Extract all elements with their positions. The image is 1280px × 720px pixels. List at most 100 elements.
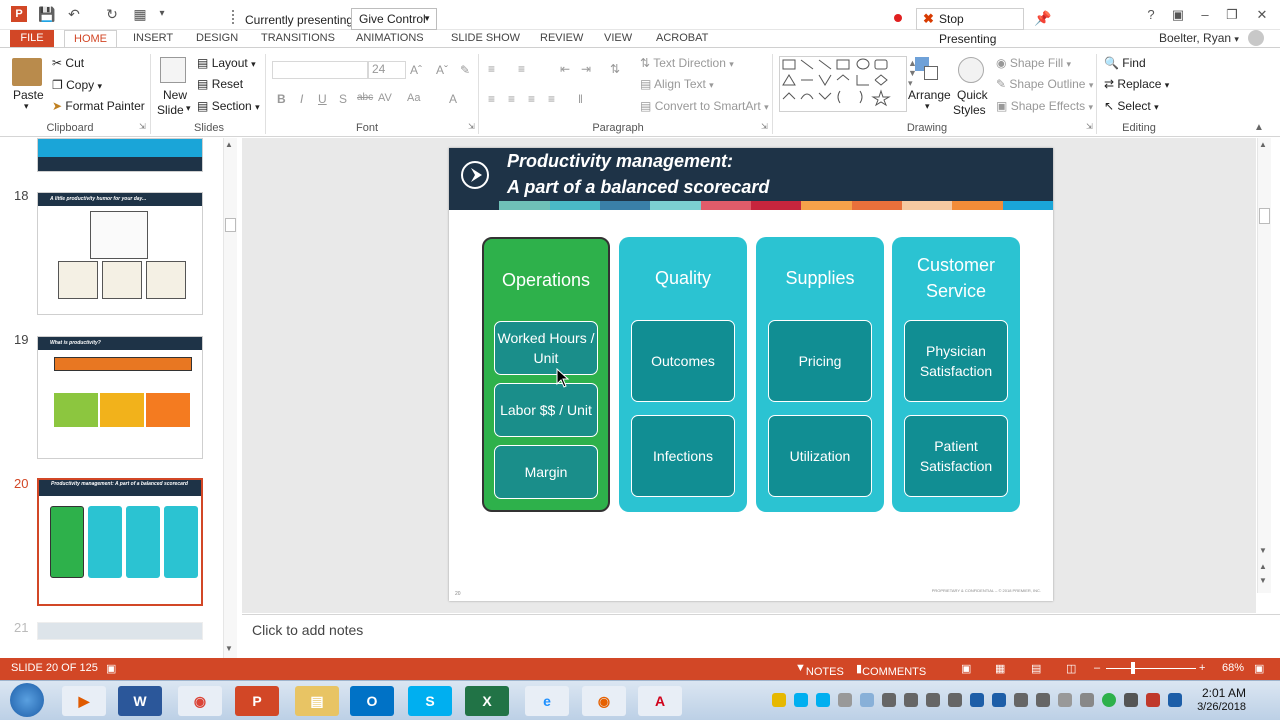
column-customer-service[interactable]: Customer Service Physician Satisfaction … — [892, 237, 1020, 512]
stop-presenting-button[interactable]: ✖ Stop Presenting — [916, 8, 1024, 46]
zoom-in-icon[interactable]: + — [1199, 662, 1205, 674]
new-slide-label-1[interactable]: New — [163, 88, 187, 102]
thumbnail-slide-17[interactable] — [37, 138, 203, 172]
volume-icon[interactable] — [1036, 693, 1050, 707]
align-right-icon[interactable]: ≡ — [528, 92, 535, 106]
tab-design[interactable]: DESIGN — [196, 31, 238, 46]
chevron-down-icon[interactable]: ▾ — [24, 101, 29, 112]
tray-icon[interactable] — [1058, 693, 1072, 707]
font-color-icon[interactable]: A — [449, 92, 457, 106]
align-left-icon[interactable]: ≡ — [488, 92, 495, 106]
scrollbar-thumb[interactable] — [1259, 208, 1270, 224]
clock-time[interactable]: 2:01 AM — [1202, 686, 1246, 700]
zoom-slider-thumb[interactable] — [1131, 662, 1135, 674]
thumbnail-scrollbar[interactable]: ▲ ▼ — [223, 138, 237, 658]
dialog-launcher-icon[interactable]: ⇲ — [761, 122, 768, 131]
slide-sorter-icon[interactable]: ▦ — [995, 662, 1005, 675]
card-labor-per-unit[interactable]: Labor $$ / Unit — [494, 383, 598, 437]
align-text-button[interactable]: ▤ Align Text ▾ — [640, 77, 714, 91]
card-infections[interactable]: Infections — [631, 415, 735, 497]
zoom-out-icon[interactable]: – — [1094, 662, 1100, 674]
arrange-button[interactable]: Arrange — [908, 88, 951, 102]
slide-scrollbar[interactable]: ▲ ▼ ▲ ▼ — [1257, 138, 1271, 593]
drag-handle[interactable] — [232, 10, 234, 24]
internet-explorer-icon[interactable]: e — [525, 686, 569, 716]
layout-button[interactable]: ▤ Layout ▾ — [197, 56, 256, 70]
comments-button[interactable]: ▮ COMMENTS — [856, 662, 926, 678]
tab-insert[interactable]: INSERT — [133, 31, 173, 46]
tray-icon[interactable] — [838, 693, 852, 707]
justify-icon[interactable]: ≡ — [548, 92, 555, 106]
tab-view[interactable]: VIEW — [604, 31, 632, 46]
start-from-beginning-icon[interactable]: ▦ — [132, 6, 148, 22]
column-quality[interactable]: Quality Outcomes Infections — [619, 237, 747, 512]
thumbnail-slide-19[interactable]: What is productivity? — [37, 336, 203, 459]
section-button[interactable]: ▤ Section ▾ — [197, 99, 260, 113]
skype-icon[interactable]: S — [408, 686, 452, 716]
firefox-icon[interactable]: ◉ — [582, 686, 626, 716]
character-spacing-icon[interactable]: AV — [378, 92, 392, 104]
reading-view-icon[interactable]: ▤ — [1031, 662, 1041, 675]
tab-transitions[interactable]: TRANSITIONS — [261, 31, 335, 46]
previous-slide-icon[interactable]: ▲ — [1259, 562, 1267, 571]
thumbnail-slide-20-selected[interactable]: Productivity management: A part of a bal… — [37, 478, 203, 606]
tray-icon[interactable] — [860, 693, 874, 707]
convert-smartart-button[interactable]: ▤ Convert to SmartArt ▾ — [640, 99, 769, 113]
arrange-icon[interactable] — [915, 57, 941, 83]
tray-icon[interactable] — [1146, 693, 1160, 707]
restore-icon[interactable]: ❐ — [1222, 6, 1242, 24]
undo-icon[interactable]: ↶ — [66, 6, 82, 22]
avatar[interactable] — [1248, 30, 1264, 46]
tray-icon[interactable] — [970, 693, 984, 707]
tab-animations[interactable]: ANIMATIONS — [356, 31, 424, 46]
column-supplies[interactable]: Supplies Pricing Utilization — [756, 237, 884, 512]
collapse-ribbon-icon[interactable]: ▲ — [1254, 122, 1264, 133]
shape-effects-button[interactable]: ▣ Shape Effects ▾ — [996, 99, 1093, 113]
spell-check-icon[interactable]: ▣ — [106, 662, 116, 675]
reset-button[interactable]: ▤ Reset — [197, 77, 243, 91]
media-player-icon[interactable]: ▶ — [62, 686, 106, 716]
quick-styles-label-1[interactable]: Quick — [957, 88, 988, 102]
tray-icon[interactable] — [816, 693, 830, 707]
notes-pane[interactable]: Click to add notes — [242, 614, 1280, 658]
tray-icon[interactable] — [948, 693, 962, 707]
shape-outline-button[interactable]: ✎ Shape Outline ▾ — [996, 77, 1093, 91]
line-spacing-icon[interactable]: ⇅ — [610, 62, 620, 76]
chrome-icon[interactable]: ◉ — [178, 686, 222, 716]
next-slide-icon[interactable]: ▼ — [1259, 576, 1267, 585]
outlook-icon[interactable]: O — [350, 686, 394, 716]
change-case-icon[interactable]: Aa — [407, 92, 420, 104]
slide-show-icon[interactable]: ◫ — [1066, 662, 1076, 675]
zoom-level[interactable]: 68% — [1222, 662, 1244, 674]
shadow-icon[interactable]: S — [339, 92, 347, 106]
tray-icon[interactable] — [926, 693, 940, 707]
align-center-icon[interactable]: ≡ — [508, 92, 515, 106]
network-icon[interactable] — [1124, 693, 1138, 707]
dialog-launcher-icon[interactable]: ⇲ — [468, 122, 475, 131]
tab-slide-show[interactable]: SLIDE SHOW — [451, 31, 520, 46]
card-worked-hours[interactable]: Worked Hours / Unit — [494, 321, 598, 375]
tray-icon[interactable] — [992, 693, 1006, 707]
italic-icon[interactable]: I — [300, 92, 303, 106]
numbering-icon[interactable]: ≡ — [518, 62, 525, 76]
notes-button[interactable]: ▼ NOTES — [795, 662, 844, 678]
excel-icon[interactable]: X — [465, 686, 509, 716]
decrease-indent-icon[interactable]: ⇤ — [560, 62, 570, 76]
scroll-up-icon[interactable]: ▲ — [225, 140, 233, 149]
paste-button[interactable]: Paste — [13, 88, 44, 102]
minimize-icon[interactable]: – — [1195, 6, 1215, 24]
dialog-launcher-icon[interactable]: ⇲ — [139, 122, 146, 131]
fit-slide-icon[interactable]: ▣ — [1254, 662, 1264, 675]
format-painter-button[interactable]: ➤ Format Painter — [52, 99, 145, 113]
clock-date[interactable]: 3/26/2018 — [1197, 701, 1246, 713]
save-icon[interactable]: 💾 — [38, 6, 55, 22]
user-account[interactable]: Boelter, Ryan ▾ — [1159, 31, 1239, 45]
powerpoint-icon[interactable]: P — [235, 686, 279, 716]
font-size-input[interactable]: 24 — [368, 61, 406, 79]
close-window-icon[interactable]: ✕ — [1252, 6, 1272, 24]
select-button[interactable]: ↖ Select ▾ — [1104, 99, 1159, 113]
columns-icon[interactable]: ‖ — [578, 92, 583, 106]
card-utilization[interactable]: Utilization — [768, 415, 872, 497]
tray-icon[interactable] — [794, 693, 808, 707]
increase-indent-icon[interactable]: ⇥ — [581, 62, 591, 76]
